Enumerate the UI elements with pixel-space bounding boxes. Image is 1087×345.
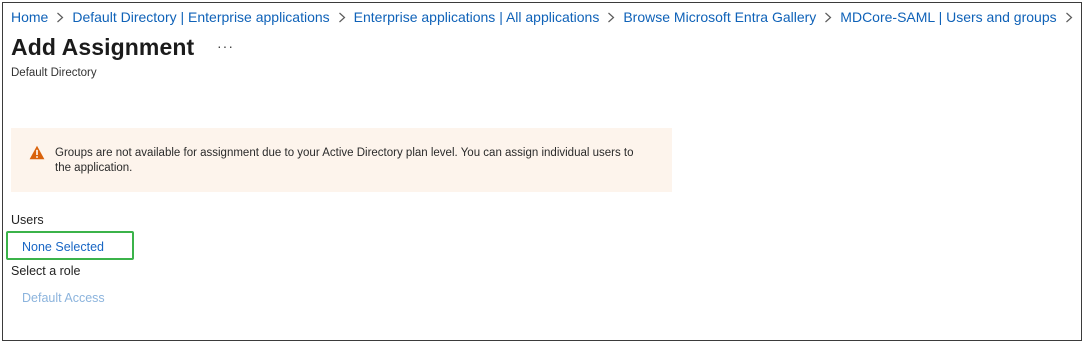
more-options-button[interactable]: ··· bbox=[217, 38, 234, 54]
breadcrumb-entra-gallery[interactable]: Browse Microsoft Entra Gallery bbox=[623, 9, 816, 25]
page-title: Add Assignment bbox=[11, 34, 195, 60]
chevron-right-icon bbox=[56, 12, 64, 23]
chevron-right-icon bbox=[338, 12, 346, 23]
warning-triangle-icon bbox=[29, 145, 45, 160]
breadcrumb-all-applications[interactable]: Enterprise applications | All applicatio… bbox=[354, 9, 600, 25]
breadcrumb-users-and-groups[interactable]: MDCore-SAML | Users and groups bbox=[840, 9, 1056, 25]
breadcrumb-enterprise-applications[interactable]: Default Directory | Enterprise applicati… bbox=[72, 9, 329, 25]
breadcrumb-home[interactable]: Home bbox=[11, 9, 48, 25]
role-default-access-link[interactable]: Default Access bbox=[22, 291, 105, 305]
users-none-selected-link[interactable]: None Selected bbox=[22, 240, 104, 254]
page-subtitle: Default Directory bbox=[11, 67, 97, 79]
users-label: Users bbox=[11, 213, 44, 227]
warning-banner: Groups are not available for assignment … bbox=[11, 128, 672, 192]
chevron-right-icon bbox=[824, 12, 832, 23]
chevron-right-icon bbox=[607, 12, 615, 23]
warning-text: Groups are not available for assignment … bbox=[55, 147, 634, 174]
select-role-label: Select a role bbox=[11, 264, 81, 278]
breadcrumb: Home Default Directory | Enterprise appl… bbox=[11, 8, 1081, 26]
chevron-right-icon bbox=[1065, 12, 1073, 23]
